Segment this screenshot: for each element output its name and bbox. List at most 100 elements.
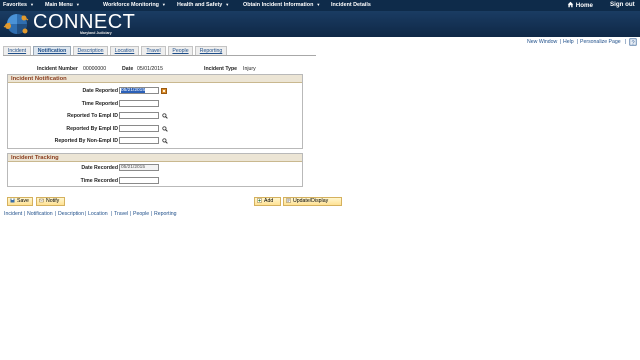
tab-label: Travel [146,48,161,54]
add-button[interactable]: Add [254,197,281,206]
separator: | [24,211,26,217]
separator: | [55,211,57,217]
incident-type-label: Incident Type [204,66,238,72]
notify-button[interactable]: Notify [36,197,65,206]
bottom-link-description[interactable]: Description [58,211,84,217]
tab-reporting[interactable]: Reporting [195,46,227,55]
favorites-menu[interactable]: Favorites ▼ [3,2,34,8]
top-navigation-bar: Favorites ▼ Main Menu ▼ Workforce Monitori… [0,0,640,11]
breadcrumb-label: Workforce Monitoring [103,2,159,8]
reported-to-empl-id-input[interactable] [119,112,159,119]
section-header: Incident Tracking [8,154,302,162]
main-menu[interactable]: Main Menu ▼ [45,2,80,8]
tab-label: People [172,48,189,54]
separator: | [130,211,132,217]
date-reported-label: Date Reported [82,88,118,94]
save-label: Save [17,198,29,204]
personalize-page-link[interactable]: Personalize Page [580,39,621,45]
lookup-icon[interactable] [162,138,168,144]
section-header: Incident Notification [8,75,302,83]
breadcrumb-health-and-safety[interactable]: Health and Safety ▼ [177,2,229,8]
separator: | [85,211,87,217]
incident-number-label: Incident Number [37,66,78,72]
incident-type-value: Injury [243,66,256,72]
tab-label: Description [77,48,104,54]
update-display-button[interactable]: Update/Display [283,197,342,206]
help-link[interactable]: Help [563,39,574,45]
home-icon [567,1,574,8]
favorites-label: Favorites [3,2,27,8]
chevron-down-icon: ▼ [29,2,34,7]
breadcrumb-workforce-monitoring[interactable]: Workforce Monitoring ▼ [103,2,166,8]
reported-to-empl-id-label: Reported To Empl ID [67,113,118,119]
svg-text:?: ? [631,40,634,46]
chevron-down-icon: ▼ [75,2,80,7]
bottom-link-location[interactable]: Location [88,211,108,217]
date-reported-value: 05/21/2015 [121,88,146,93]
tab-divider [3,55,316,56]
logo-subtitle: Maryland Judiciary [80,31,112,35]
lookup-icon[interactable] [162,113,168,119]
logo-mark-icon [3,14,29,34]
save-icon [10,198,15,203]
breadcrumb-label: Incident Details [331,2,371,8]
tab-people[interactable]: People [168,46,193,55]
home-link[interactable]: Home [567,1,593,9]
date-reported-input[interactable]: 05/21/2015 [119,87,159,94]
reported-by-non-empl-id-label: Reported By Non-Empl ID [54,138,118,144]
tab-description[interactable]: Description [73,46,108,55]
incident-number-value: 00000000 [83,66,107,72]
notify-label: Notify [46,198,60,204]
breadcrumb-label: Health and Safety [177,2,223,8]
breadcrumb-label: Obtain Incident Information [243,2,314,8]
calendar-icon[interactable] [161,88,167,94]
date-recorded-label: Date Recorded [81,165,118,171]
tab-incident[interactable]: Incident [3,46,31,55]
chevron-down-icon: ▼ [225,2,230,7]
reported-by-empl-id-label: Reported By Empl ID [66,126,118,132]
separator: | [625,39,627,45]
separator: | [151,211,153,217]
bottom-link-incident[interactable]: Incident [4,211,22,217]
tab-notification[interactable]: Notification [33,46,71,55]
tab-label: Location [114,48,135,54]
time-reported-input[interactable] [119,100,159,107]
time-recorded-input[interactable] [119,177,159,184]
date-value: 05/01/2015 [137,66,163,72]
date-recorded-field: 05/21/2015 [119,164,159,171]
help-icon[interactable]: ? [629,38,637,46]
breadcrumb-obtain-incident-information[interactable]: Obtain Incident Information ▼ [243,2,320,8]
chevron-down-icon: ▼ [316,2,321,7]
envelope-icon [39,198,44,203]
home-label: Home [575,2,593,9]
date-label: Date [122,66,134,72]
add-icon [257,198,262,203]
reported-by-empl-id-input[interactable] [119,125,159,132]
tab-label: Reporting [199,48,223,54]
main-menu-label: Main Menu [45,2,73,8]
time-reported-label: Time Reported [81,101,118,107]
separator: | [577,39,579,45]
separator: | [111,211,113,217]
tab-travel[interactable]: Travel [141,46,166,55]
sign-out-link[interactable]: Sign out [610,1,635,8]
banner: CONNECT Maryland Judiciary [0,11,640,37]
update-display-icon [286,198,291,203]
separator: | [560,39,562,45]
tab-label: Incident [7,48,27,54]
chevron-down-icon: ▼ [161,2,166,7]
bottom-link-travel[interactable]: Travel [114,211,128,217]
save-button[interactable]: Save [7,197,33,206]
add-label: Add [264,198,274,204]
bottom-link-reporting[interactable]: Reporting [154,211,177,217]
update-display-label: Update/Display [293,198,329,204]
reported-by-non-empl-id-input[interactable] [119,137,159,144]
tab-label: Notification [37,48,67,54]
bottom-link-people[interactable]: People [133,211,149,217]
breadcrumb-incident-details[interactable]: Incident Details [331,2,371,8]
bottom-link-notification[interactable]: Notification [27,211,53,217]
new-window-link[interactable]: New Window [527,39,557,45]
time-recorded-label: Time Recorded [80,178,118,184]
tab-location[interactable]: Location [110,46,139,55]
lookup-icon[interactable] [162,126,168,132]
